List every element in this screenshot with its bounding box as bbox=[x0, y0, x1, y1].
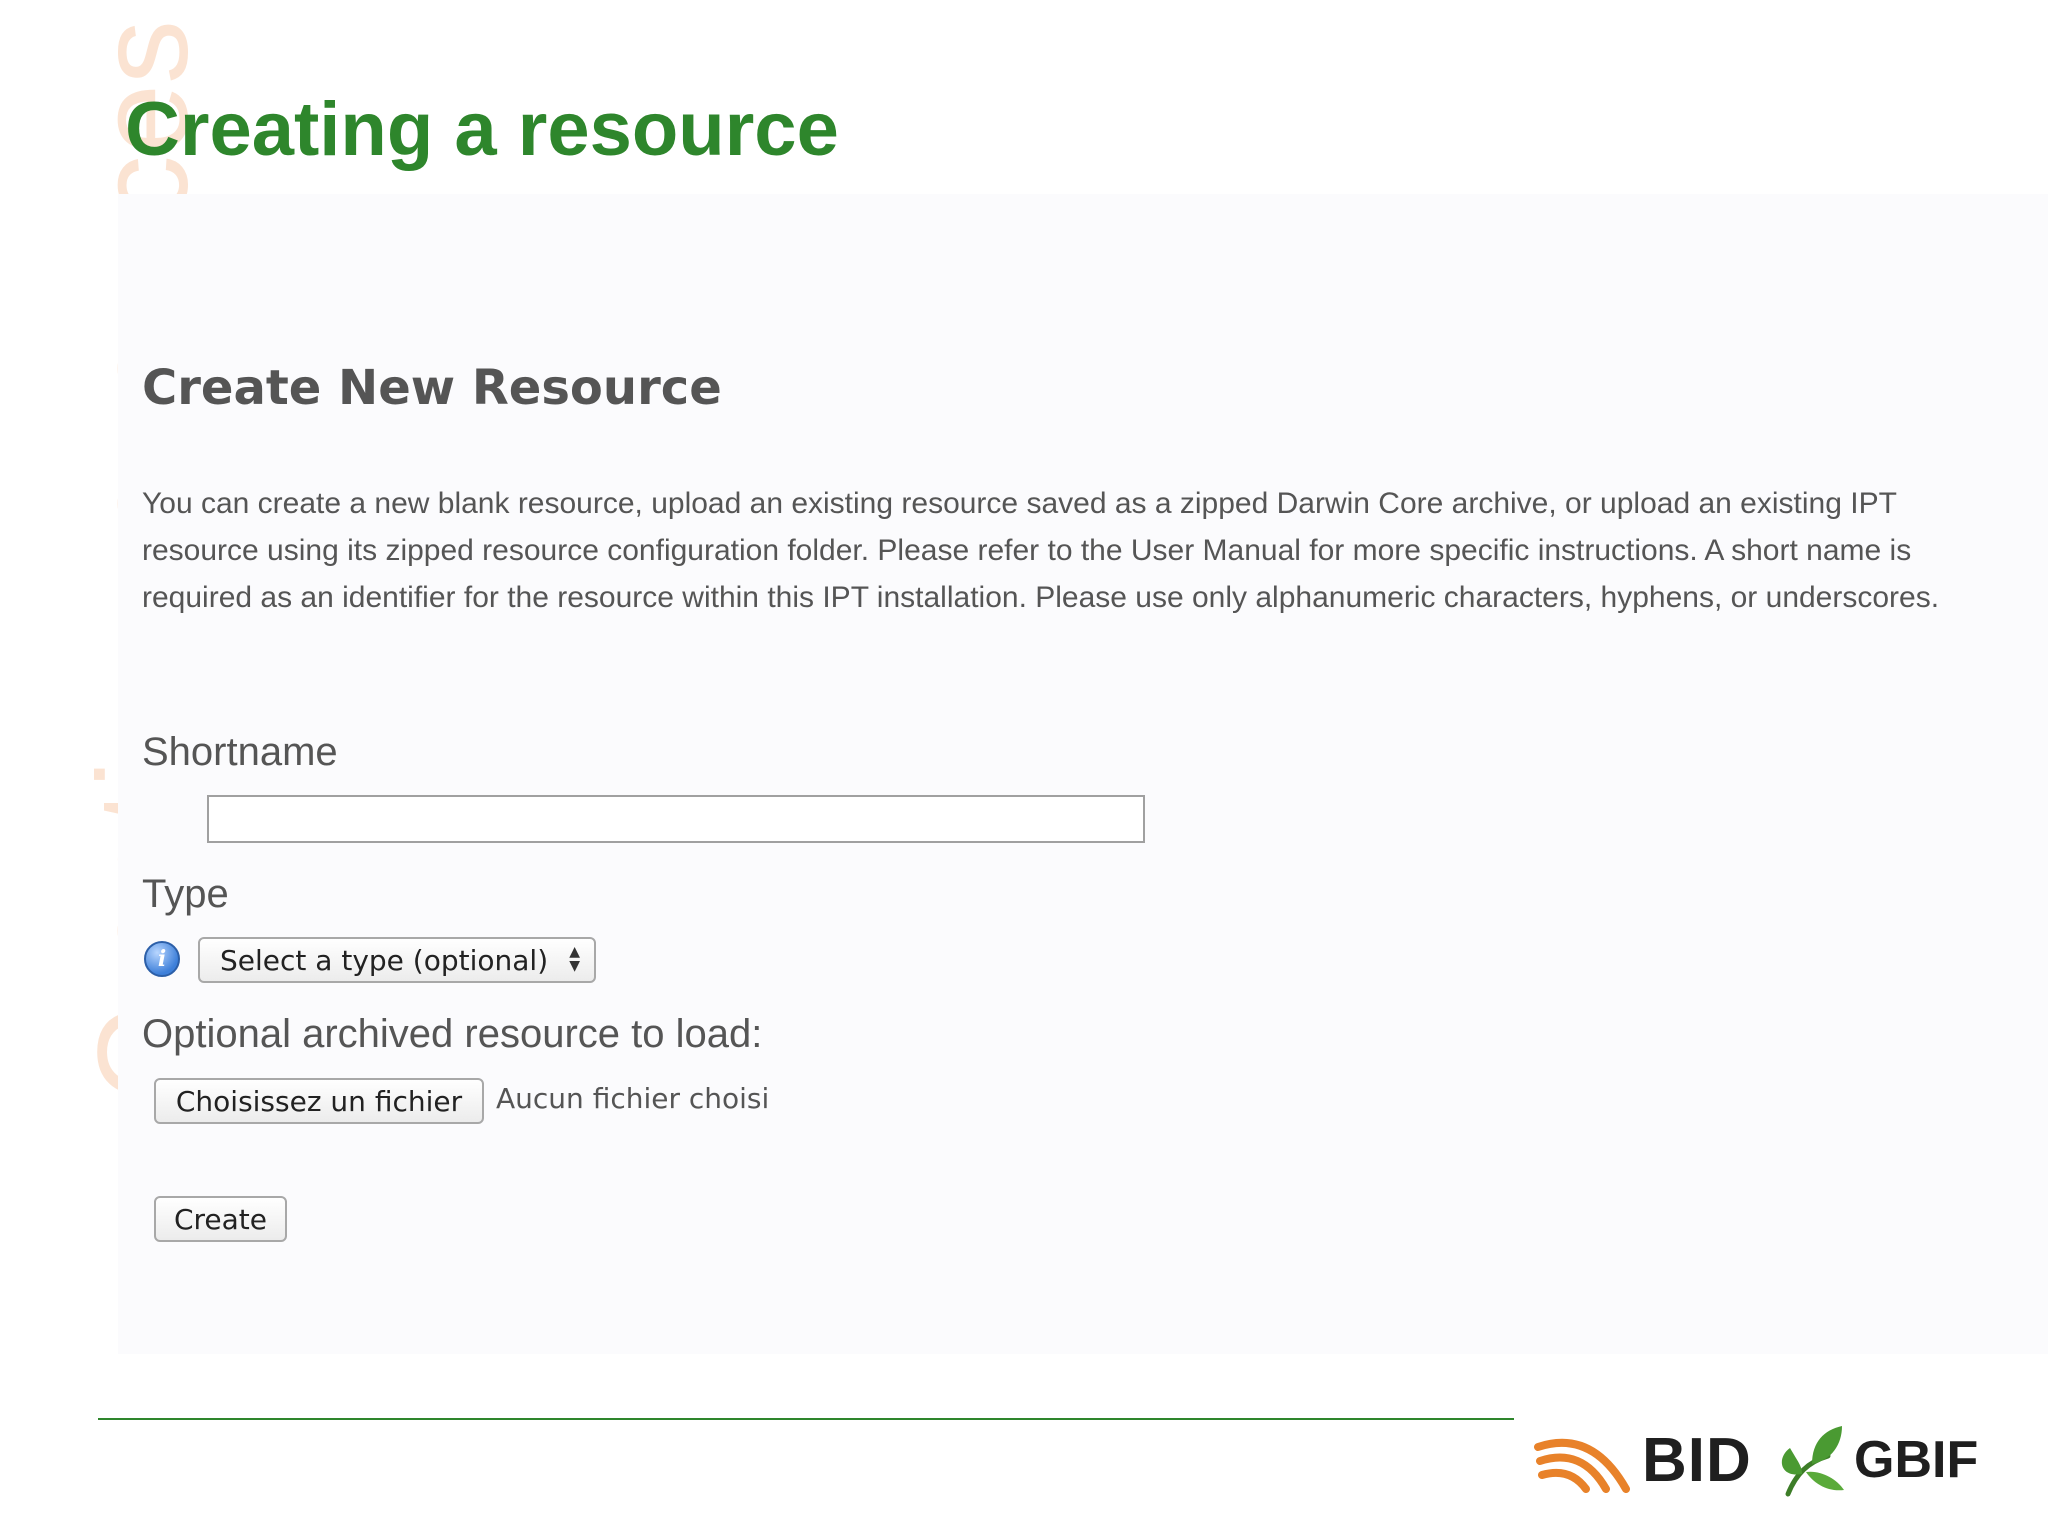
create-resource-heading: Create New Resource bbox=[142, 360, 722, 416]
type-select[interactable]: Select a type (optional) ▲ ▼ bbox=[198, 937, 596, 983]
bid-logo-text: BID bbox=[1642, 1425, 1752, 1495]
footer-divider bbox=[98, 1418, 1514, 1420]
select-arrows-icon: ▲ ▼ bbox=[569, 944, 580, 974]
gbif-logo-text: GBIF bbox=[1854, 1431, 1979, 1489]
bid-arcs-icon bbox=[1534, 1438, 1630, 1493]
info-icon[interactable]: i bbox=[144, 941, 180, 977]
intro-paragraph: You can create a new blank resource, upl… bbox=[142, 487, 1940, 614]
type-select-value: Select a type (optional) bbox=[220, 943, 549, 977]
create-button[interactable]: Create bbox=[154, 1196, 287, 1242]
shortname-label: Shortname bbox=[142, 730, 338, 774]
type-label: Type bbox=[142, 872, 229, 916]
archive-label: Optional archived resource to load: bbox=[142, 1012, 763, 1056]
shortname-input[interactable] bbox=[207, 795, 1145, 843]
slide-title: Creating a resource bbox=[125, 87, 839, 172]
gbif-logo: GBIF bbox=[1776, 1420, 1978, 1500]
file-status-text: Aucun fichier choisi bbox=[496, 1082, 770, 1115]
choose-file-button[interactable]: Choisissez un fichier bbox=[154, 1078, 484, 1124]
gbif-leaf-icon bbox=[1781, 1426, 1844, 1497]
bid-logo: BID bbox=[1534, 1420, 1752, 1500]
